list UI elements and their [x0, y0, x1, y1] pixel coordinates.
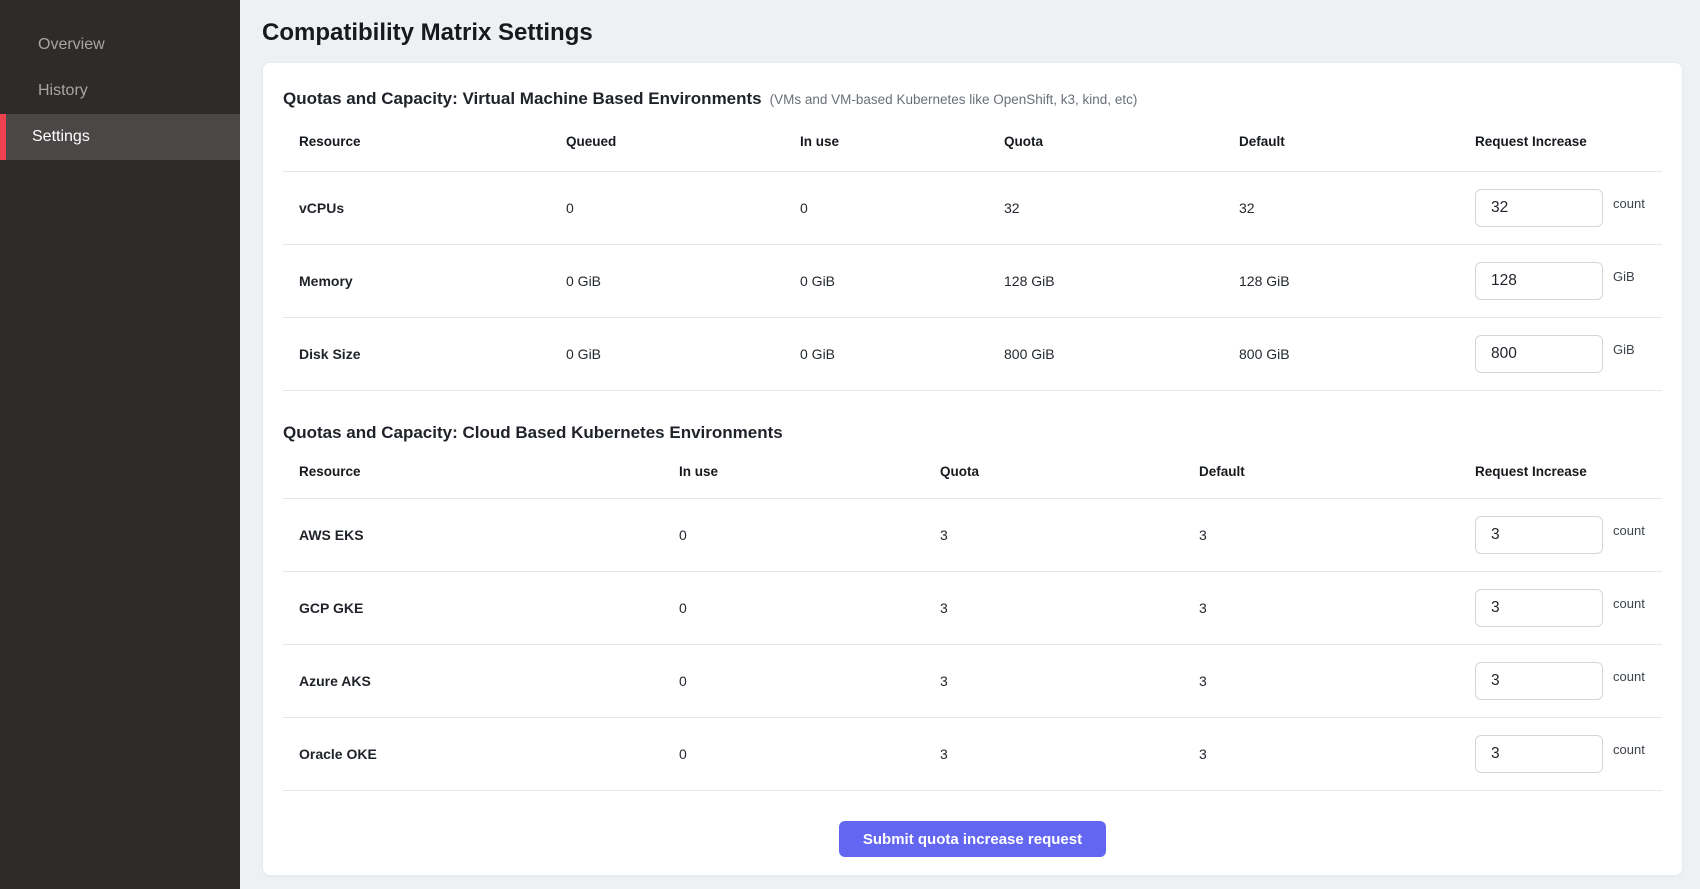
request-increase-input[interactable] — [1475, 589, 1603, 627]
in-use-cell: 0 — [679, 527, 940, 543]
request-increase-input[interactable] — [1475, 189, 1603, 227]
request-increase-input[interactable] — [1475, 662, 1603, 700]
queued-cell: 0 — [566, 200, 800, 216]
quota-settings-card: Quotas and Capacity: Virtual Machine Bas… — [262, 62, 1683, 876]
default-cell: 800 GiB — [1239, 346, 1475, 362]
sidebar: Overview History Settings — [0, 0, 240, 889]
resource-cell: Azure AKS — [283, 673, 679, 689]
unit-label: GiB — [1613, 342, 1635, 357]
request-increase-input[interactable] — [1475, 335, 1603, 373]
sidebar-item-overview[interactable]: Overview — [0, 22, 240, 68]
quota-cell: 3 — [940, 746, 1199, 762]
request-increase-input[interactable] — [1475, 735, 1603, 773]
request-increase-cell: GiB — [1475, 262, 1662, 300]
in-use-cell: 0 — [800, 200, 1004, 216]
submit-quota-request-button[interactable]: Submit quota increase request — [839, 821, 1106, 857]
default-cell: 3 — [1199, 527, 1475, 543]
quota-cell: 3 — [940, 527, 1199, 543]
vm-table-body: vCPUs003232countMemory0 GiB0 GiB128 GiB1… — [283, 172, 1662, 391]
column-header-resource: Resource — [283, 464, 679, 479]
vm-quota-table: Resource Queued In use Quota Default Req… — [283, 112, 1662, 391]
in-use-cell: 0 — [679, 746, 940, 762]
resource-cell: Memory — [283, 273, 566, 289]
sidebar-item-settings[interactable]: Settings — [0, 114, 240, 160]
resource-cell: Disk Size — [283, 346, 566, 362]
in-use-cell: 0 — [679, 673, 940, 689]
unit-label: GiB — [1613, 269, 1635, 284]
submit-row: Submit quota increase request — [283, 821, 1662, 857]
in-use-cell: 0 GiB — [800, 273, 1004, 289]
table-row: Disk Size0 GiB0 GiB800 GiB800 GiBGiB — [283, 318, 1662, 391]
resource-cell: AWS EKS — [283, 527, 679, 543]
resource-cell: Oracle OKE — [283, 746, 679, 762]
default-cell: 3 — [1199, 746, 1475, 762]
table-row: Memory0 GiB0 GiB128 GiB128 GiBGiB — [283, 245, 1662, 318]
vm-section-subtitle: (VMs and VM-based Kubernetes like OpenSh… — [770, 88, 1138, 112]
unit-label: count — [1613, 742, 1645, 757]
queued-cell: 0 GiB — [566, 273, 800, 289]
default-cell: 128 GiB — [1239, 273, 1475, 289]
in-use-cell: 0 GiB — [800, 346, 1004, 362]
vm-table-header: Resource Queued In use Quota Default Req… — [283, 112, 1662, 172]
default-cell: 32 — [1239, 200, 1475, 216]
request-increase-cell: count — [1475, 735, 1662, 773]
resource-cell: vCPUs — [283, 200, 566, 216]
column-header-default: Default — [1239, 134, 1475, 149]
unit-label: count — [1613, 196, 1645, 211]
column-header-request-increase: Request Increase — [1475, 464, 1662, 479]
table-row: Azure AKS033count — [283, 645, 1662, 718]
request-increase-input[interactable] — [1475, 262, 1603, 300]
cloud-table-header: Resource In use Quota Default Request In… — [283, 445, 1662, 499]
column-header-quota: Quota — [1004, 134, 1239, 149]
column-header-queued: Queued — [566, 134, 800, 149]
unit-label: count — [1613, 523, 1645, 538]
main-content: Compatibility Matrix Settings Quotas and… — [240, 0, 1700, 889]
column-header-quota: Quota — [940, 464, 1199, 479]
default-cell: 3 — [1199, 600, 1475, 616]
quota-cell: 800 GiB — [1004, 346, 1239, 362]
cloud-section-title: Quotas and Capacity: Cloud Based Kuberne… — [283, 421, 783, 445]
request-increase-cell: count — [1475, 189, 1662, 227]
unit-label: count — [1613, 669, 1645, 684]
request-increase-cell: count — [1475, 516, 1662, 554]
queued-cell: 0 GiB — [566, 346, 800, 362]
table-row: GCP GKE033count — [283, 572, 1662, 645]
column-header-in-use: In use — [679, 464, 940, 479]
sidebar-item-history[interactable]: History — [0, 68, 240, 114]
column-header-default: Default — [1199, 464, 1475, 479]
quota-cell: 3 — [940, 673, 1199, 689]
request-increase-input[interactable] — [1475, 516, 1603, 554]
column-header-in-use: In use — [800, 134, 1004, 149]
table-row: AWS EKS033count — [283, 499, 1662, 572]
column-header-resource: Resource — [283, 134, 566, 149]
vm-section-header: Quotas and Capacity: Virtual Machine Bas… — [283, 87, 1662, 112]
table-row: Oracle OKE033count — [283, 718, 1662, 791]
cloud-quota-table: Resource In use Quota Default Request In… — [283, 445, 1662, 791]
cloud-table-body: AWS EKS033countGCP GKE033countAzure AKS0… — [283, 499, 1662, 791]
request-increase-cell: count — [1475, 662, 1662, 700]
request-increase-cell: GiB — [1475, 335, 1662, 373]
request-increase-cell: count — [1475, 589, 1662, 627]
default-cell: 3 — [1199, 673, 1475, 689]
page-title: Compatibility Matrix Settings — [262, 18, 1683, 48]
column-header-request-increase: Request Increase — [1475, 134, 1662, 149]
quota-cell: 32 — [1004, 200, 1239, 216]
unit-label: count — [1613, 596, 1645, 611]
quota-cell: 128 GiB — [1004, 273, 1239, 289]
resource-cell: GCP GKE — [283, 600, 679, 616]
in-use-cell: 0 — [679, 600, 940, 616]
table-row: vCPUs003232count — [283, 172, 1662, 245]
vm-section-title: Quotas and Capacity: Virtual Machine Bas… — [283, 87, 762, 111]
cloud-section-header: Quotas and Capacity: Cloud Based Kuberne… — [283, 421, 1662, 445]
quota-cell: 3 — [940, 600, 1199, 616]
